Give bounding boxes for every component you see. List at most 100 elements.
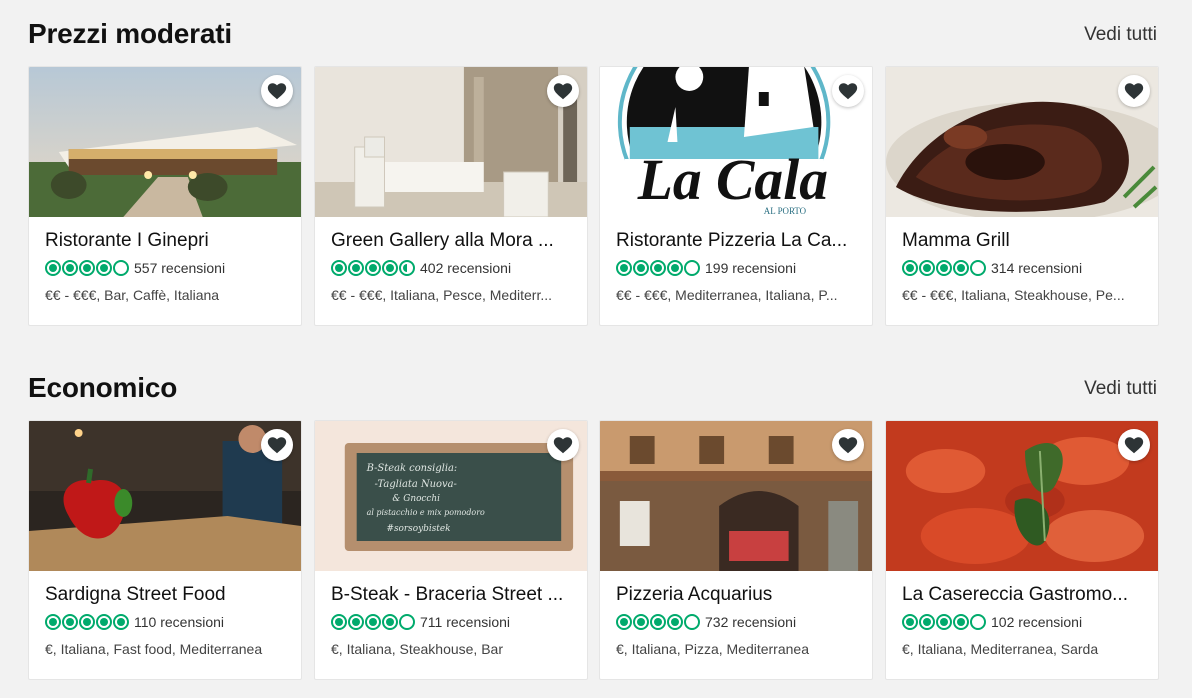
save-favorite-button[interactable] xyxy=(547,429,579,461)
save-favorite-button[interactable] xyxy=(1118,429,1150,461)
restaurant-name[interactable]: Pizzeria Acquarius xyxy=(616,583,856,607)
restaurant-name[interactable]: Green Gallery alla Mora ... xyxy=(331,229,571,253)
card-row: Sardigna Street Food 110 recensioni €, I… xyxy=(28,420,1159,680)
cuisine-tags: €, Italiana, Steakhouse, Bar xyxy=(331,641,503,657)
rating-bubble-icon xyxy=(96,260,112,276)
save-favorite-button[interactable] xyxy=(1118,75,1150,107)
restaurant-card[interactable]: La Cala AL PORTO Ristorante Pizzeria La … xyxy=(599,66,873,326)
rating-bubble-icon xyxy=(919,614,935,630)
restaurant-card[interactable]: Mamma Grill 314 recensioni €€ - €€€, Ita… xyxy=(885,66,1159,326)
review-count[interactable]: 402 recensioni xyxy=(420,260,511,276)
rating-row: 711 recensioni xyxy=(331,613,571,631)
section-budget: Economico Vedi tutti Sardigna Street Foo… xyxy=(28,372,1159,680)
rating-bubble-icon xyxy=(616,260,632,276)
rating-row: 557 recensioni xyxy=(45,259,285,277)
restaurant-card[interactable]: La Casereccia Gastromo... 102 recensioni… xyxy=(885,420,1159,680)
restaurant-photo[interactable] xyxy=(600,421,872,571)
rating-bubbles xyxy=(331,260,416,276)
chalkboard-line-3: & Gnocchi xyxy=(392,494,440,504)
restaurant-name[interactable]: Sardigna Street Food xyxy=(45,583,285,607)
card-info: Green Gallery alla Mora ... 402 recensio… xyxy=(315,217,587,304)
rating-row: 102 recensioni xyxy=(902,613,1142,631)
restaurant-name[interactable]: Ristorante Pizzeria La Ca... xyxy=(616,229,856,253)
heart-icon xyxy=(553,83,573,100)
rating-row: 199 recensioni xyxy=(616,259,856,277)
card-info: B-Steak - Braceria Street ... 711 recens… xyxy=(315,571,587,658)
rating-bubble-icon xyxy=(667,614,683,630)
rating-bubble-icon xyxy=(348,614,364,630)
section-title: Economico xyxy=(28,372,178,403)
rating-bubble-icon xyxy=(684,614,700,630)
rating-bubble-icon xyxy=(96,614,112,630)
save-favorite-button[interactable] xyxy=(261,429,293,461)
rating-bubble-icon xyxy=(684,260,700,276)
chalkboard-line-4: al pistacchio e mix pomodoro xyxy=(367,508,485,517)
heart-icon xyxy=(1124,437,1144,454)
restaurant-photo[interactable]: B-Steak consiglia: -Tagliata Nuova- & Gn… xyxy=(315,421,587,571)
restaurant-card[interactable]: Pizzeria Acquarius 732 recensioni €, Ita… xyxy=(599,420,873,680)
review-count[interactable]: 711 recensioni xyxy=(420,614,510,630)
see-all-link[interactable]: Vedi tutti xyxy=(1084,24,1157,46)
heart-icon xyxy=(1124,83,1144,100)
review-count[interactable]: 314 recensioni xyxy=(991,260,1082,276)
rating-bubble-icon xyxy=(970,614,986,630)
restaurant-name[interactable]: Mamma Grill xyxy=(902,229,1142,253)
review-count[interactable]: 110 recensioni xyxy=(134,614,224,630)
save-favorite-button[interactable] xyxy=(832,75,864,107)
rating-bubbles xyxy=(616,260,701,276)
rating-bubbles xyxy=(45,614,130,630)
rating-bubble-icon xyxy=(633,614,649,630)
heart-icon xyxy=(553,437,573,454)
rating-bubble-icon xyxy=(650,614,666,630)
review-count[interactable]: 102 recensioni xyxy=(991,614,1082,630)
save-favorite-button[interactable] xyxy=(261,75,293,107)
rating-bubble-icon xyxy=(902,614,918,630)
rating-bubble-icon xyxy=(382,260,398,276)
rating-bubble-icon xyxy=(365,614,381,630)
cuisine-tags: €, Italiana, Mediterranea, Sarda xyxy=(902,641,1099,657)
chalkboard-line-2: -Tagliata Nuova- xyxy=(375,479,457,490)
rating-bubble-icon xyxy=(382,614,398,630)
restaurant-photo[interactable] xyxy=(886,67,1158,217)
heart-icon xyxy=(267,437,287,454)
section-moderate-prices: Prezzi moderati Vedi tutti Ristorante I … xyxy=(28,18,1159,326)
rating-bubble-icon xyxy=(970,260,986,276)
review-count[interactable]: 199 recensioni xyxy=(705,260,796,276)
heart-icon xyxy=(267,83,287,100)
restaurant-name[interactable]: La Casereccia Gastromo... xyxy=(902,583,1142,607)
restaurant-photo[interactable] xyxy=(886,421,1158,571)
rating-bubble-icon xyxy=(79,260,95,276)
rating-bubble-icon xyxy=(902,260,918,276)
save-favorite-button[interactable] xyxy=(832,429,864,461)
restaurant-card[interactable]: Sardigna Street Food 110 recensioni €, I… xyxy=(28,420,302,680)
rating-bubble-icon xyxy=(113,614,129,630)
rating-bubble-icon xyxy=(953,614,969,630)
save-favorite-button[interactable] xyxy=(547,75,579,107)
rating-bubble-icon xyxy=(45,614,61,630)
rating-bubble-icon xyxy=(633,260,649,276)
restaurant-photo[interactable] xyxy=(315,67,587,217)
restaurant-photo[interactable] xyxy=(29,67,301,217)
review-count[interactable]: 557 recensioni xyxy=(134,260,225,276)
see-all-link[interactable]: Vedi tutti xyxy=(1084,378,1157,400)
logo-la-cala-text: La Cala xyxy=(637,149,828,212)
restaurant-card[interactable]: B-Steak consiglia: -Tagliata Nuova- & Gn… xyxy=(314,420,588,680)
cuisine-tags: €€ - €€€, Bar, Caffè, Italiana xyxy=(45,287,220,303)
card-info: Pizzeria Acquarius 732 recensioni €, Ita… xyxy=(600,571,872,658)
rating-bubble-icon xyxy=(331,614,347,630)
rating-row: 732 recensioni xyxy=(616,613,856,631)
rating-row: 314 recensioni xyxy=(902,259,1142,277)
review-count[interactable]: 732 recensioni xyxy=(705,614,796,630)
restaurant-name[interactable]: Ristorante I Ginepri xyxy=(45,229,285,253)
rating-row: 110 recensioni xyxy=(45,613,285,631)
rating-bubble-icon xyxy=(348,260,364,276)
restaurant-photo[interactable]: La Cala AL PORTO xyxy=(600,67,872,217)
restaurant-name[interactable]: B-Steak - Braceria Street ... xyxy=(331,583,571,607)
card-info: Mamma Grill 314 recensioni €€ - €€€, Ita… xyxy=(886,217,1158,304)
restaurant-card[interactable]: Ristorante I Ginepri 557 recensioni €€ -… xyxy=(28,66,302,326)
restaurant-card[interactable]: Green Gallery alla Mora ... 402 recensio… xyxy=(314,66,588,326)
section-title: Prezzi moderati xyxy=(28,18,232,49)
rating-bubble-icon xyxy=(399,260,415,276)
restaurant-photo[interactable] xyxy=(29,421,301,571)
section-header: Economico Vedi tutti xyxy=(28,372,1159,412)
